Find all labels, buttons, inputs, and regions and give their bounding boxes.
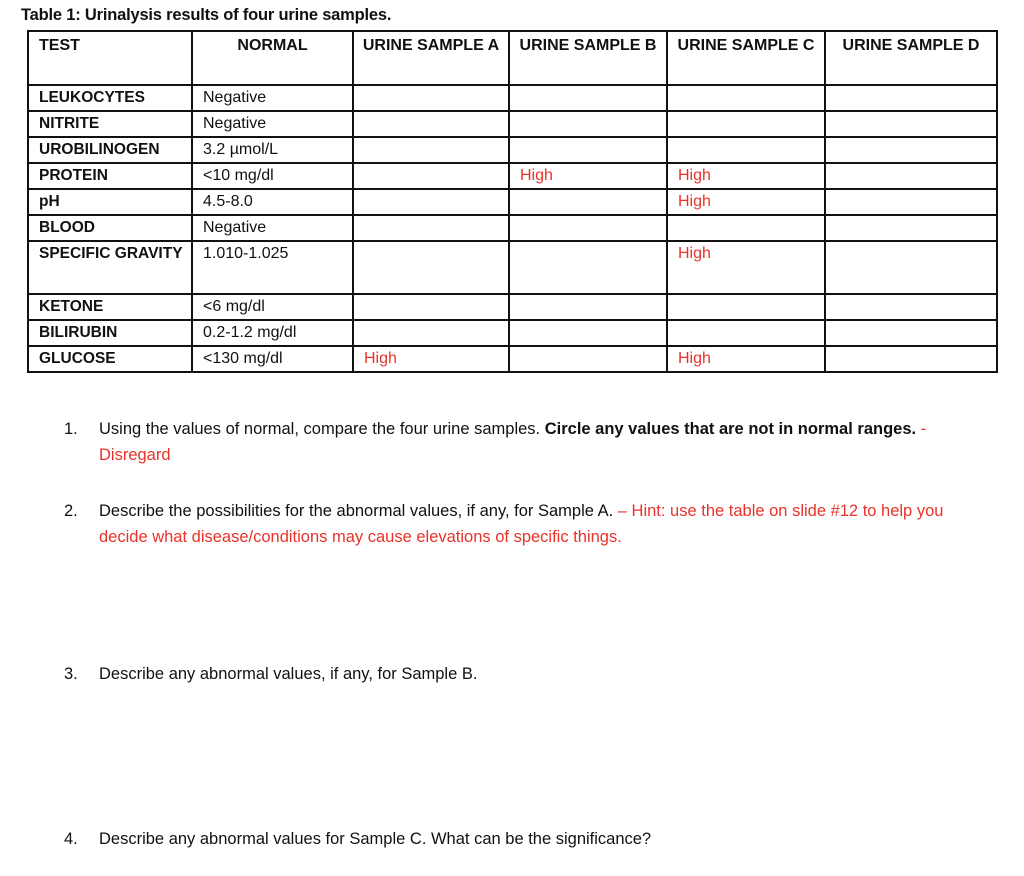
table-row: KETONE <6 mg/dl — [27, 293, 998, 321]
table-row: NITRITE Negative — [27, 110, 998, 138]
cell-test: BLOOD — [27, 214, 193, 242]
cell-sample-c: High — [666, 188, 826, 216]
cell-sample-c — [666, 214, 826, 242]
cell-test: KETONE — [27, 293, 193, 321]
question-text: Using the values of normal, compare the … — [99, 420, 545, 438]
cell-normal: 0.2-1.2 mg/dl — [191, 319, 354, 347]
cell-sample-d — [824, 240, 998, 295]
cell-sample-d — [824, 214, 998, 242]
cell-test: SPECIFIC GRAVITY — [27, 240, 193, 295]
cell-normal: Negative — [191, 84, 354, 112]
cell-normal: 3.2 µmol/L — [191, 136, 354, 164]
cell-sample-a — [352, 293, 510, 321]
question-bold-text: Circle any values that are not in normal… — [544, 420, 917, 438]
table-row: pH 4.5-8.0 High — [27, 188, 998, 216]
cell-sample-d — [824, 188, 998, 216]
cell-sample-a — [352, 162, 510, 190]
cell-sample-d — [824, 110, 998, 138]
question-3: 3. Describe any abnormal values, if any,… — [64, 661, 964, 687]
header-test: TEST — [27, 30, 193, 86]
cell-sample-d — [824, 136, 998, 164]
cell-sample-a — [352, 110, 510, 138]
question-4: 4. Describe any abnormal values for Samp… — [64, 826, 964, 852]
cell-test: NITRITE — [27, 110, 193, 138]
cell-sample-b — [508, 136, 668, 164]
table-row: UROBILINOGEN 3.2 µmol/L — [27, 136, 998, 164]
cell-sample-d — [824, 162, 998, 190]
question-1: 1. Using the values of normal, compare t… — [64, 416, 964, 468]
cell-sample-a — [352, 136, 510, 164]
cell-sample-d — [824, 319, 998, 347]
cell-normal: 4.5-8.0 — [191, 188, 354, 216]
question-number: 3. — [64, 665, 78, 683]
cell-sample-c: High — [666, 240, 826, 295]
cell-test: UROBILINOGEN — [27, 136, 193, 164]
cell-sample-d — [824, 84, 998, 112]
cell-sample-d — [824, 345, 998, 373]
question-number: 1. — [64, 420, 78, 438]
cell-sample-c — [666, 84, 826, 112]
header-normal: NORMAL — [191, 30, 354, 86]
cell-sample-b — [508, 110, 668, 138]
question-text: Describe the possibilities for the abnor… — [99, 502, 618, 520]
cell-sample-b: High — [508, 162, 668, 190]
cell-test: pH — [27, 188, 193, 216]
cell-normal: <10 mg/dl — [191, 162, 354, 190]
urinalysis-table: TEST NORMAL URINE SAMPLE A URINE SAMPLE … — [27, 30, 998, 373]
header-sample-d: URINE SAMPLE D — [824, 30, 998, 86]
cell-normal: 1.010-1.025 — [191, 240, 354, 295]
table-row: GLUCOSE <130 mg/dl High High — [27, 345, 998, 373]
cell-normal: <6 mg/dl — [191, 293, 354, 321]
cell-sample-a — [352, 214, 510, 242]
table-header-row: TEST NORMAL URINE SAMPLE A URINE SAMPLE … — [27, 30, 998, 86]
cell-sample-c: High — [666, 345, 826, 373]
cell-sample-d — [824, 293, 998, 321]
cell-normal: Negative — [191, 214, 354, 242]
cell-sample-c — [666, 319, 826, 347]
header-sample-a: URINE SAMPLE A — [352, 30, 510, 86]
cell-sample-b — [508, 240, 668, 295]
cell-sample-a — [352, 188, 510, 216]
cell-sample-a — [352, 319, 510, 347]
table-row: SPECIFIC GRAVITY 1.010-1.025 High — [27, 240, 998, 295]
table-row: BILIRUBIN 0.2-1.2 mg/dl — [27, 319, 998, 347]
question-text: Describe any abnormal values for Sample … — [99, 830, 652, 848]
cell-test: LEUKOCYTES — [27, 84, 193, 112]
cell-normal: <130 mg/dl — [191, 345, 354, 373]
cell-sample-c — [666, 136, 826, 164]
cell-sample-b — [508, 214, 668, 242]
cell-sample-b — [508, 188, 668, 216]
table-row: PROTEIN <10 mg/dl High High — [27, 162, 998, 190]
question-number: 2. — [64, 502, 78, 520]
cell-sample-a: High — [352, 345, 510, 373]
question-number: 4. — [64, 830, 78, 848]
cell-normal: Negative — [191, 110, 354, 138]
cell-sample-a — [352, 240, 510, 295]
cell-sample-b — [508, 345, 668, 373]
cell-sample-b — [508, 293, 668, 321]
table-row: BLOOD Negative — [27, 214, 998, 242]
cell-sample-c — [666, 110, 826, 138]
table-title: Table 1: Urinalysis results of four urin… — [21, 6, 392, 24]
cell-test: PROTEIN — [27, 162, 193, 190]
table-row: LEUKOCYTES Negative — [27, 84, 998, 112]
cell-test: GLUCOSE — [27, 345, 193, 373]
header-sample-c: URINE SAMPLE C — [666, 30, 826, 86]
cell-sample-b — [508, 319, 668, 347]
question-2: 2. Describe the possibilities for the ab… — [64, 498, 964, 550]
cell-sample-c: High — [666, 162, 826, 190]
cell-sample-a — [352, 84, 510, 112]
header-sample-b: URINE SAMPLE B — [508, 30, 668, 86]
cell-sample-c — [666, 293, 826, 321]
cell-sample-b — [508, 84, 668, 112]
cell-test: BILIRUBIN — [27, 319, 193, 347]
question-text: Describe any abnormal values, if any, fo… — [99, 665, 478, 683]
